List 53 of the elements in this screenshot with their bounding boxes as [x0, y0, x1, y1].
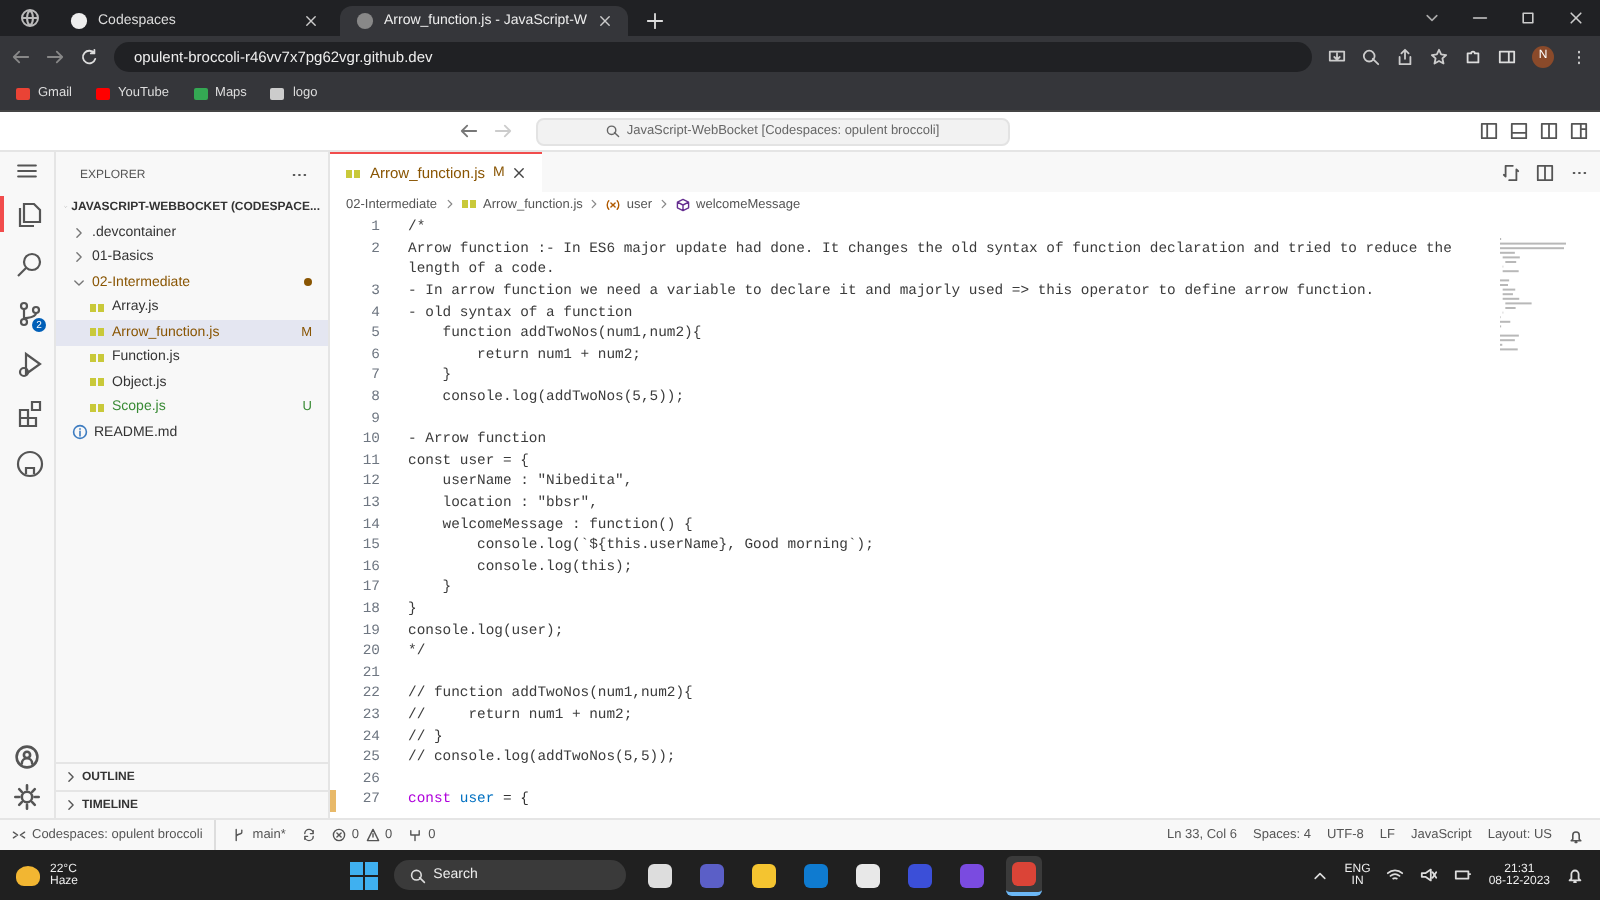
- modified-dot: [304, 278, 312, 287]
- windows-start-icon[interactable]: [349, 861, 378, 889]
- chevron-right-icon: [658, 198, 671, 210]
- js-file-icon: [461, 198, 478, 210]
- bell-icon[interactable]: [1568, 827, 1584, 843]
- back-icon[interactable]: [12, 47, 30, 65]
- js-file-icon: [346, 167, 362, 179]
- js-file-icon: [90, 376, 106, 389]
- chevron-up-icon[interactable]: [1312, 867, 1329, 883]
- taskbar-app-icon[interactable]: [1005, 855, 1042, 895]
- forward-icon[interactable]: [46, 47, 64, 65]
- js-file-icon: [90, 326, 106, 339]
- reload-icon[interactable]: [80, 47, 98, 65]
- side-panel-icon[interactable]: [1498, 47, 1516, 65]
- chevron-right-icon: [588, 198, 601, 210]
- wifi-icon[interactable]: [1386, 866, 1405, 884]
- battery-icon[interactable]: [1454, 866, 1473, 884]
- settings-icon[interactable]: [14, 784, 40, 810]
- variable-icon: [606, 197, 621, 211]
- maximize-icon[interactable]: [1520, 10, 1536, 26]
- branch-icon: [232, 828, 247, 842]
- split-icon[interactable]: [1540, 122, 1558, 140]
- js-file-icon: [90, 301, 106, 314]
- compare-icon[interactable]: [1502, 163, 1520, 181]
- js-file-icon: [90, 351, 106, 364]
- install-icon[interactable]: [1328, 47, 1346, 65]
- search-icon: [606, 124, 621, 138]
- remote-icon: [12, 828, 26, 842]
- split-editor-icon[interactable]: [1536, 163, 1554, 181]
- account-icon[interactable]: [14, 744, 40, 770]
- sidebar-toggle-icon[interactable]: [1480, 122, 1498, 140]
- new-tab-icon[interactable]: [645, 12, 664, 30]
- back-icon[interactable]: [460, 122, 478, 140]
- info-icon: [72, 424, 88, 441]
- chevron-right-icon: [443, 198, 456, 210]
- warning-icon: [365, 828, 380, 842]
- share-icon[interactable]: [1396, 47, 1414, 65]
- zoom-icon[interactable]: [1362, 47, 1380, 65]
- star-icon[interactable]: [1430, 47, 1448, 65]
- globe-icon[interactable]: [20, 8, 40, 28]
- speaker-icon[interactable]: [1420, 866, 1439, 884]
- chevron-down-icon: [72, 275, 86, 290]
- search-icon: [409, 867, 426, 883]
- weather-icon[interactable]: [16, 865, 40, 885]
- panel-toggle-icon[interactable]: [1510, 122, 1528, 140]
- cube-icon: [676, 197, 691, 211]
- menu-icon[interactable]: [16, 160, 38, 182]
- close-icon[interactable]: [512, 166, 527, 180]
- layout-icon[interactable]: [1570, 122, 1588, 140]
- sync-icon[interactable]: [301, 828, 316, 842]
- chevron-down-icon[interactable]: [1424, 10, 1440, 26]
- js-file-icon: [90, 401, 106, 414]
- error-icon: [331, 828, 346, 842]
